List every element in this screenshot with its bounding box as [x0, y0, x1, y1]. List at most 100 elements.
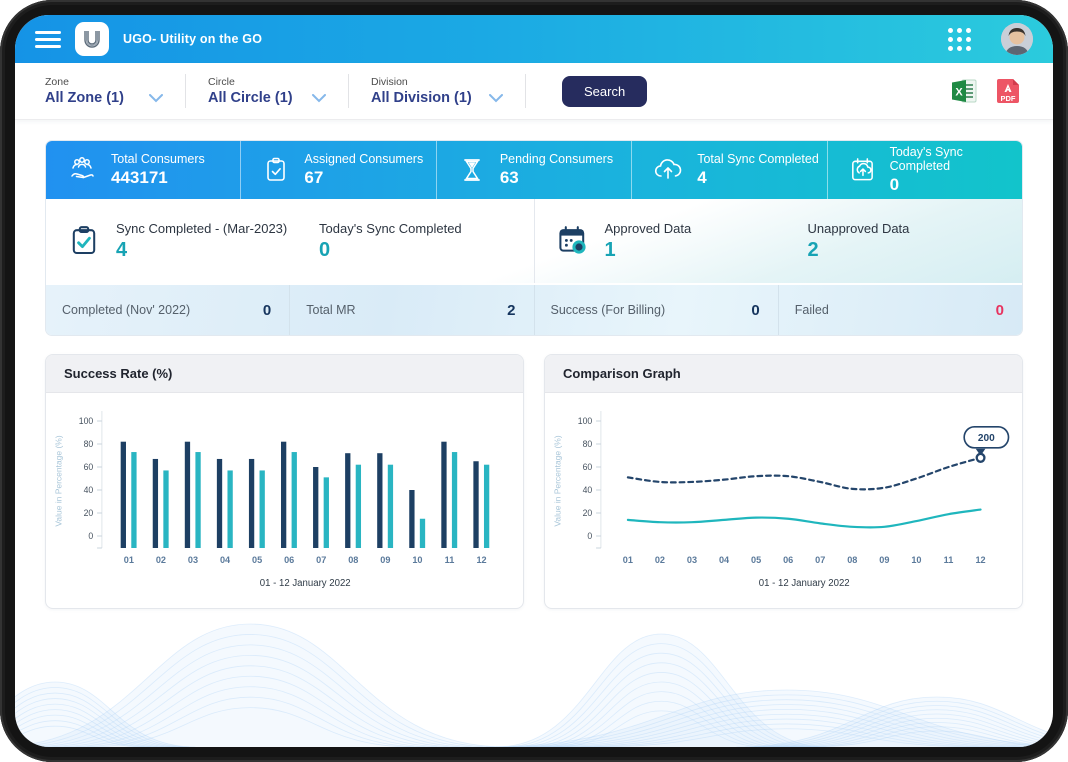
svg-text:12: 12: [975, 555, 985, 565]
stat-label: Assigned Consumers: [304, 152, 423, 166]
avatar-image: [1001, 23, 1033, 55]
chevron-down-icon: [149, 94, 163, 103]
stat-value: 67: [304, 168, 423, 188]
success-rate-chart-card: Success Rate (%) 100806040200Value in Pe…: [45, 354, 524, 609]
svg-text:11: 11: [944, 555, 954, 565]
circle-value: All Circle (1): [208, 90, 293, 106]
svg-text:PDF: PDF: [1001, 94, 1016, 103]
svg-text:09: 09: [879, 555, 889, 565]
kpi-panel: Total Consumers 443171: [45, 140, 1023, 336]
metric-label: Success (For Billing): [551, 303, 666, 317]
metric-label: Completed (Nov' 2022): [62, 303, 190, 317]
division-label: Division: [371, 76, 503, 88]
svg-text:08: 08: [847, 555, 857, 565]
dashboard-content: Total Consumers 443171: [15, 120, 1053, 747]
filter-bar: Zone All Zone (1) Circle All Circle (1) …: [15, 63, 1053, 120]
clipboard-check-icon: [261, 155, 291, 185]
stat-assigned-consumers: Assigned Consumers 67: [241, 141, 436, 199]
svg-text:80: 80: [583, 439, 593, 449]
chart-title: Success Rate (%): [46, 355, 523, 393]
stat-total-consumers: Total Consumers 443171: [46, 141, 241, 199]
stat-value: 4: [697, 168, 819, 188]
svg-text:05: 05: [252, 555, 262, 565]
summary-row: Sync Completed - (Mar-2023) 4 Today's Sy…: [46, 199, 1022, 283]
zone-label: Zone: [45, 76, 163, 88]
circle-dropdown[interactable]: Circle All Circle (1): [208, 76, 326, 106]
svg-text:06: 06: [284, 555, 294, 565]
svg-text:X: X: [955, 87, 963, 99]
svg-text:03: 03: [188, 555, 198, 565]
summary-label: Unapproved Data: [808, 221, 910, 236]
metric-value: 0: [263, 302, 271, 319]
cloud-upload-icon: [652, 154, 684, 186]
svg-text:Value in Percentage (%): Value in Percentage (%): [54, 435, 64, 527]
svg-text:07: 07: [316, 555, 326, 565]
svg-text:0: 0: [88, 531, 93, 541]
search-button[interactable]: Search: [562, 76, 647, 107]
stat-total-sync: Total Sync Completed 4: [632, 141, 827, 199]
consumers-hand-icon: [66, 154, 98, 186]
svg-text:20: 20: [583, 508, 593, 518]
ugo-logo-icon: [80, 27, 104, 51]
stat-label: Pending Consumers: [500, 152, 613, 166]
zone-dropdown[interactable]: Zone All Zone (1): [45, 76, 163, 106]
svg-text:60: 60: [583, 462, 593, 472]
summary-label: Approved Data: [605, 221, 692, 236]
svg-text:Value in Percentage (%): Value in Percentage (%): [553, 435, 563, 527]
svg-text:11: 11: [445, 555, 455, 565]
divider: [185, 74, 186, 108]
app-screen: UGO- Utility on the GO Zone All Zone (1): [15, 15, 1053, 747]
stat-value: 63: [500, 168, 613, 188]
svg-text:200: 200: [978, 433, 995, 444]
svg-text:40: 40: [583, 485, 593, 495]
kpi-row: Total Consumers 443171: [46, 141, 1022, 199]
metric-label: Failed: [795, 303, 829, 317]
chevron-down-icon: [312, 94, 326, 103]
metric-failed: Failed 0: [779, 285, 1022, 335]
metric-total-mr: Total MR 2: [290, 285, 534, 335]
svg-text:0: 0: [587, 531, 592, 541]
svg-text:100: 100: [578, 416, 593, 426]
tablet-bezel: UGO- Utility on the GO Zone All Zone (1): [0, 0, 1068, 762]
success-rate-bar-chart: 100806040200Value in Percentage (%)01020…: [46, 393, 523, 608]
svg-text:05: 05: [751, 555, 761, 565]
svg-text:01: 01: [623, 555, 633, 565]
svg-text:10: 10: [412, 555, 422, 565]
apps-grid-icon[interactable]: [948, 28, 971, 51]
mini-metrics-row: Completed (Nov' 2022) 0 Total MR 2 Succe…: [46, 283, 1022, 335]
circle-label: Circle: [208, 76, 326, 88]
stat-label: Total Consumers: [111, 152, 205, 166]
svg-text:08: 08: [348, 555, 358, 565]
svg-text:40: 40: [84, 485, 94, 495]
top-app-bar: UGO- Utility on the GO: [15, 15, 1053, 63]
stat-pending-consumers: Pending Consumers 63: [437, 141, 632, 199]
app-logo: [75, 22, 109, 56]
stat-value: 443171: [111, 168, 205, 188]
svg-text:01 - 12 January 2022: 01 - 12 January 2022: [759, 578, 850, 589]
svg-text:09: 09: [380, 555, 390, 565]
metric-value: 0: [751, 302, 759, 319]
svg-text:02: 02: [156, 555, 166, 565]
division-dropdown[interactable]: Division All Division (1): [371, 76, 503, 106]
summary-label: Today's Sync Completed: [319, 221, 462, 236]
metric-value: 0: [996, 302, 1004, 319]
svg-text:60: 60: [84, 462, 94, 472]
chart-title: Comparison Graph: [545, 355, 1022, 393]
pdf-export-icon[interactable]: PDF: [993, 76, 1023, 106]
summary-value: 0: [319, 239, 462, 262]
excel-export-icon[interactable]: X: [949, 76, 979, 106]
svg-text:01 - 12 January 2022: 01 - 12 January 2022: [260, 578, 351, 589]
user-avatar[interactable]: [1001, 23, 1033, 55]
summary-value: 4: [116, 239, 287, 262]
divider: [525, 74, 526, 108]
calendar-approved-icon: [555, 223, 591, 259]
chevron-down-icon: [489, 94, 503, 103]
svg-text:80: 80: [84, 439, 94, 449]
svg-text:12: 12: [476, 555, 486, 565]
app-title: UGO- Utility on the GO: [123, 32, 262, 46]
svg-text:100: 100: [79, 416, 94, 426]
calendar-upload-icon: [848, 155, 877, 185]
sync-summary: Sync Completed - (Mar-2023) 4 Today's Sy…: [46, 199, 534, 283]
comparison-chart-card: Comparison Graph 100806040200Value in Pe…: [544, 354, 1023, 609]
menu-icon[interactable]: [35, 31, 61, 48]
